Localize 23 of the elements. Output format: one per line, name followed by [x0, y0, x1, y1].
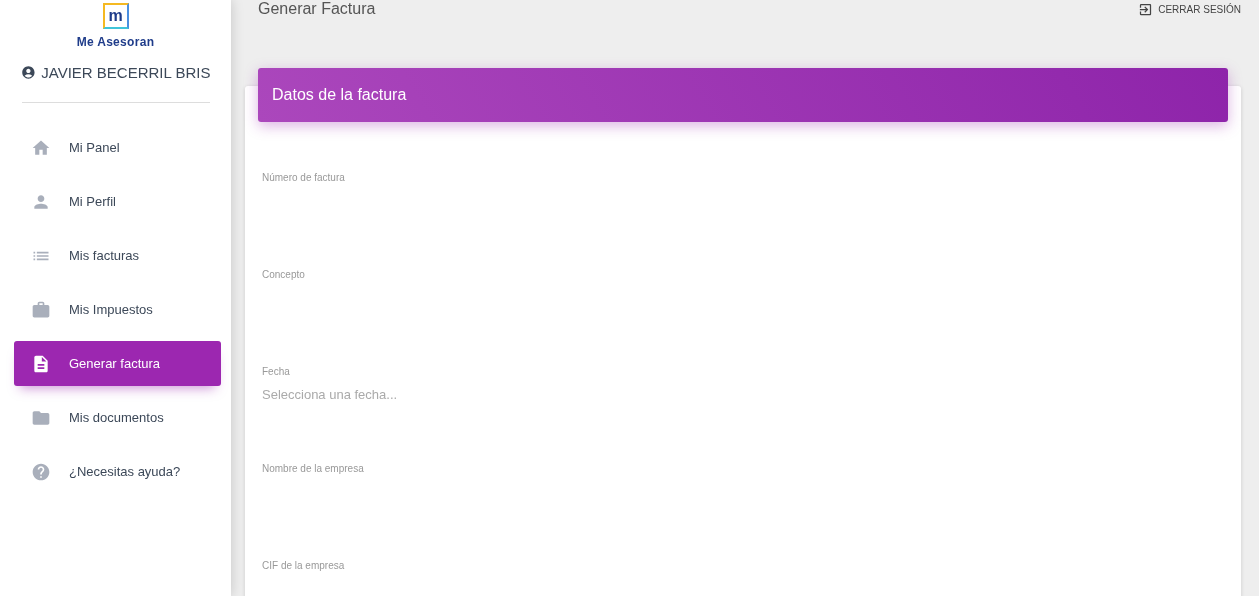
input-field[interactable]: Selecciona una fecha...: [262, 385, 662, 404]
card-title: Datos de la factura: [272, 86, 407, 104]
field-label: Número de factura: [262, 172, 346, 183]
document-icon: [31, 353, 51, 374]
logout-link[interactable]: CERRAR SESIÓN: [1138, 1, 1241, 17]
nav-item[interactable]: ¿Necesitas ayuda?: [14, 449, 221, 494]
page-title: Generar Factura: [258, 0, 376, 18]
nav-item[interactable]: Mi Perfil: [14, 179, 221, 224]
field-label: Fecha: [262, 366, 291, 377]
field-label: Nombre de la empresa: [262, 463, 365, 474]
nav-item[interactable]: Mi Panel: [14, 125, 221, 170]
nav-item[interactable]: Mis documentos: [14, 395, 221, 440]
user-name: JAVIER BECERRIL BRIS: [41, 64, 211, 81]
field-label: CIF de la empresa: [262, 560, 346, 571]
help-icon: [31, 461, 51, 482]
briefcase-icon: [31, 299, 51, 320]
logo-name: Me Asesoran: [76, 35, 155, 49]
nav-item[interactable]: Generar factura: [14, 341, 221, 386]
logo-mark: m: [102, 3, 129, 29]
nav-item[interactable]: Mis Impuestos: [14, 287, 221, 332]
nav-item[interactable]: Mis facturas: [14, 233, 221, 278]
field-label: Concepto: [262, 269, 306, 280]
exit-icon: [1138, 1, 1154, 17]
